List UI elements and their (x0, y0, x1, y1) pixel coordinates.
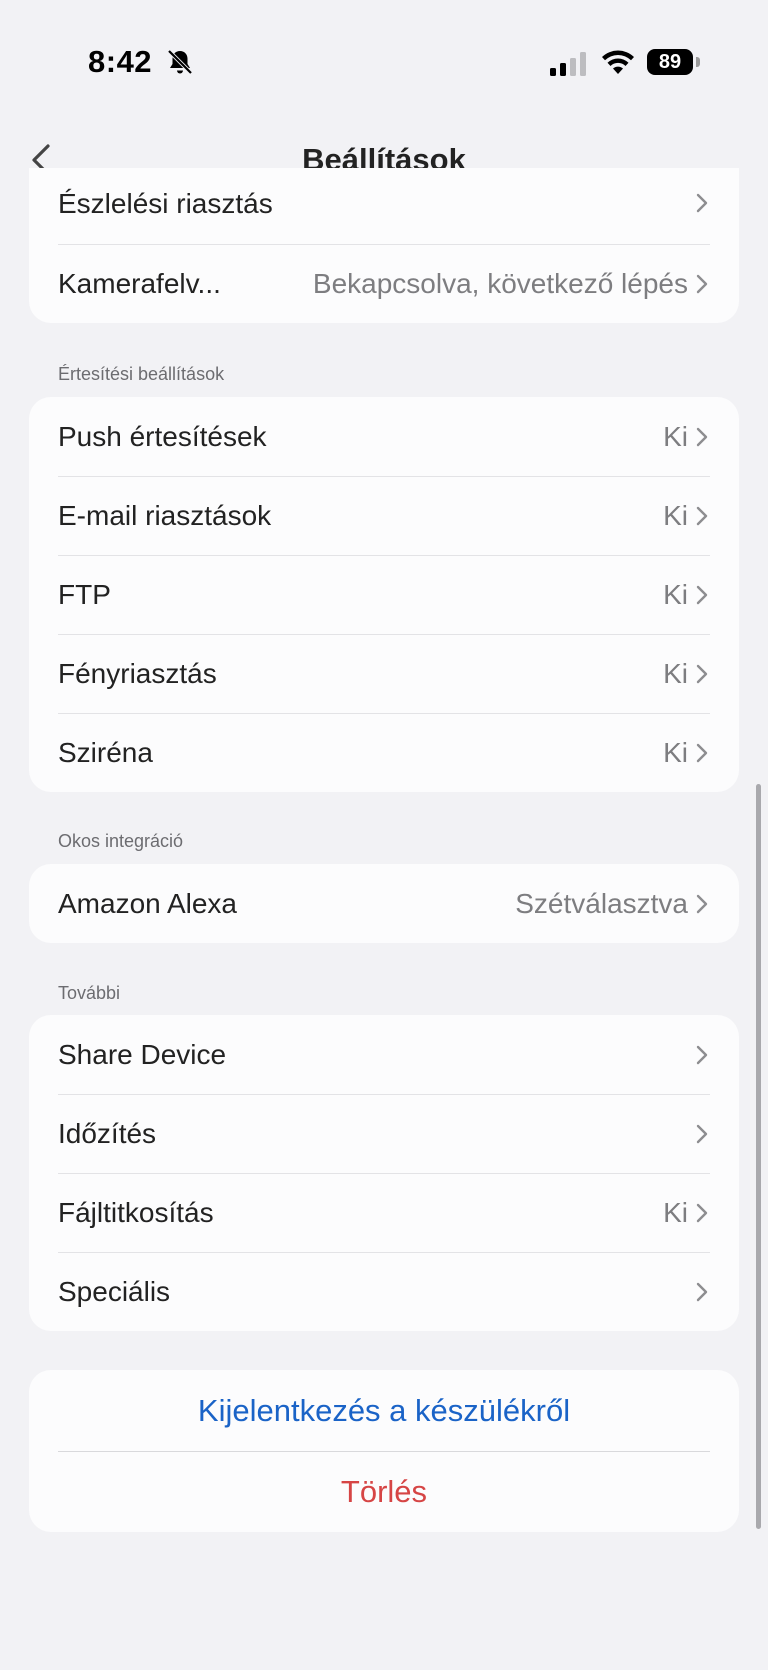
chevron-right-icon (696, 1045, 708, 1064)
row-label: Fényriasztás (58, 657, 217, 689)
advanced-row[interactable]: Speciális (29, 1252, 739, 1331)
chevron-right-icon (696, 1124, 708, 1143)
battery-indicator: 89 (647, 49, 693, 75)
row-value: Bekapcsolva, következő lépés (312, 267, 688, 299)
row-label: E-mail riasztások (58, 499, 272, 531)
row-value: Ki (663, 420, 688, 452)
section-header-notifications: Értesítési beállítások (58, 364, 225, 384)
row-value: Szétválasztva (515, 887, 688, 919)
chevron-right-icon (696, 274, 708, 293)
chevron-right-icon (696, 506, 708, 525)
amazon-alexa-row[interactable]: Amazon Alexa Szétválasztva (29, 864, 739, 943)
bell-slash-icon (167, 49, 193, 75)
row-label: Fájltitkosítás (58, 1196, 214, 1228)
status-time: 8:42 (88, 44, 153, 79)
chevron-right-icon (696, 193, 708, 213)
camera-recording-row[interactable]: Kamerafelv... Bekapcsolva, következő lép… (29, 244, 739, 323)
row-value: Ki (663, 736, 688, 768)
chevron-right-icon (696, 1203, 708, 1222)
section-header-more: További (58, 983, 121, 1003)
schedule-row[interactable]: Időzítés (29, 1094, 739, 1173)
signal-icon (550, 52, 586, 76)
smart-integration-group: Amazon Alexa Szétválasztva (29, 864, 739, 943)
siren-row[interactable]: Sziréna Ki (29, 713, 739, 792)
chevron-right-icon (696, 585, 708, 604)
row-value: Ki (663, 578, 688, 610)
share-device-row[interactable]: Share Device (29, 1015, 739, 1094)
email-alerts-row[interactable]: E-mail riasztások Ki (29, 476, 739, 555)
row-label: Speciális (58, 1275, 171, 1307)
row-label: Kamerafelv... (58, 267, 221, 299)
row-label: Share Device (58, 1038, 227, 1070)
push-notifications-row[interactable]: Push értesítések Ki (29, 397, 739, 476)
wifi-icon (602, 50, 634, 74)
ftp-row[interactable]: FTP Ki (29, 555, 739, 634)
row-label: Push értesítések (58, 420, 267, 452)
chevron-right-icon (696, 664, 708, 683)
chevron-right-icon (696, 427, 708, 446)
chevron-right-icon (696, 1282, 708, 1301)
notifications-group: Push értesítések Ki E-mail riasztások Ki… (29, 397, 739, 792)
row-value: Ki (663, 1196, 688, 1228)
device-actions-group: Kijelentkezés a készülékről Törlés (29, 1370, 739, 1532)
more-group: Share Device Időzítés Fájltitkosítás Ki … (29, 1015, 739, 1331)
scrollbar[interactable] (756, 784, 761, 1529)
row-value: Ki (663, 657, 688, 689)
row-label: Sziréna (58, 736, 153, 768)
row-label: Időzítés (58, 1117, 157, 1149)
settings-screen: 8:42 89 Beállítások Észlelési riasztás K… (0, 0, 768, 1670)
chevron-right-icon (696, 743, 708, 762)
battery-cap (696, 57, 700, 67)
delete-button[interactable]: Törlés (29, 1451, 739, 1532)
section-header-smart-integration: Okos integráció (58, 831, 184, 851)
row-label: FTP (58, 578, 111, 610)
row-label: Amazon Alexa (58, 887, 237, 919)
chevron-right-icon (696, 894, 708, 913)
status-bar: 8:42 89 (0, 0, 768, 110)
file-encryption-row[interactable]: Fájltitkosítás Ki (29, 1173, 739, 1252)
logout-device-button[interactable]: Kijelentkezés a készülékről (29, 1370, 739, 1451)
light-alarm-row[interactable]: Fényriasztás Ki (29, 634, 739, 713)
row-value: Ki (663, 499, 688, 531)
